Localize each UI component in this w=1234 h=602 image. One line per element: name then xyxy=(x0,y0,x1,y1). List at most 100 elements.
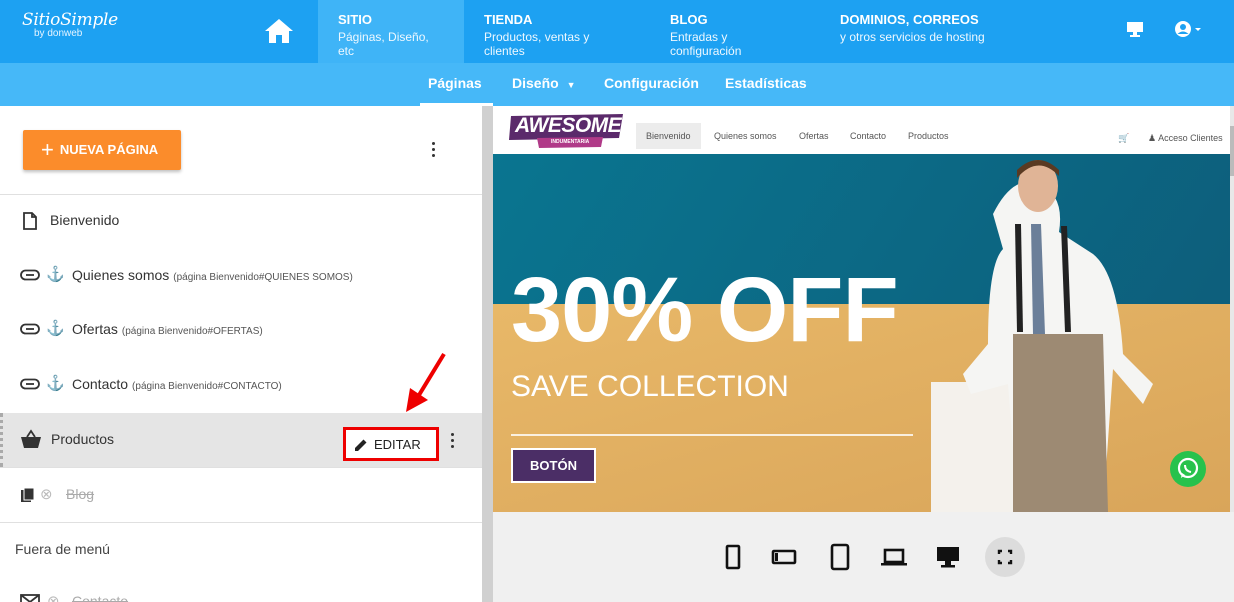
site-preview: AWESOME INDUMENTARIA Bienvenido Quienes … xyxy=(493,106,1234,512)
link-icon xyxy=(20,378,40,390)
whatsapp-button[interactable] xyxy=(1170,451,1206,487)
panel-splitter[interactable] xyxy=(482,106,493,602)
page-label-text: Quienes somos xyxy=(72,267,170,283)
page-row-quienes-somos[interactable]: ⚓ Quienes somos (página Bienvenido#QUIENE… xyxy=(0,249,482,303)
hero-title: 30% OFF xyxy=(511,259,899,361)
smartphone-icon xyxy=(725,544,741,570)
edit-button[interactable]: EDITAR xyxy=(343,427,439,461)
subnav-configuracion[interactable]: Configuración xyxy=(604,63,699,106)
topnav-sitio-subtitle: Páginas, Diseño, etc xyxy=(338,30,429,58)
hidden-circle-x-icon: ⊗ xyxy=(47,593,60,602)
whatsapp-icon xyxy=(1177,457,1199,479)
device-laptop-button[interactable] xyxy=(879,542,909,572)
account-menu-button[interactable] xyxy=(1174,20,1206,45)
mail-icon xyxy=(20,594,40,602)
page-hint: (página Bienvenido#OFERTAS) xyxy=(121,326,263,337)
page-label: Productos xyxy=(51,431,115,447)
preview-menu-ofertas[interactable]: Ofertas xyxy=(789,123,839,149)
monitor-icon xyxy=(1127,22,1143,37)
hidden-circle-x-icon: ⊗ xyxy=(40,486,53,503)
pencil-icon xyxy=(355,439,367,451)
page-label: Contacto (página Bienvenido#CONTACTO) xyxy=(72,376,282,392)
home-icon xyxy=(265,19,293,43)
page-label-text: Ofertas xyxy=(72,321,118,337)
plus-icon: + xyxy=(41,137,54,162)
topnav-blog[interactable]: BLOG Entradas y configuración xyxy=(650,0,820,63)
topnav-sitio[interactable]: SITIO Páginas, Diseño, etc xyxy=(318,0,464,63)
preview-menu-productos[interactable]: Productos xyxy=(898,123,959,149)
device-phone-landscape-button[interactable] xyxy=(769,542,799,572)
desktop-icon xyxy=(937,547,959,568)
panel-more-menu[interactable] xyxy=(430,142,436,160)
device-preview-bar xyxy=(493,512,1234,602)
page-row-bienvenido[interactable]: Bienvenido xyxy=(0,194,482,248)
cart-icon[interactable]: 🛒 xyxy=(1118,133,1129,144)
laptop-icon xyxy=(881,548,907,566)
page-label-text: Contacto xyxy=(72,376,129,392)
device-fullscreen-button[interactable] xyxy=(985,537,1025,577)
section-out-of-menu: Fuera de menú xyxy=(15,541,110,557)
divider xyxy=(0,522,482,523)
pages-panel: + NUEVA PÁGINA Bienvenido ⚓ Quienes somos… xyxy=(0,106,482,602)
anchor-icon: ⚓ xyxy=(46,320,65,337)
topnav-tienda[interactable]: TIENDA Productos, ventas y clientes xyxy=(464,0,650,63)
topnav-dominios[interactable]: DOMINIOS, CORREOS y otros servicios de h… xyxy=(820,0,1010,63)
subnav-diseno[interactable]: Diseño ▼ xyxy=(512,63,576,106)
page-row-productos[interactable]: Productos EDITAR xyxy=(0,413,482,467)
link-icon xyxy=(20,269,40,281)
subnav-paginas[interactable]: Páginas xyxy=(420,63,493,106)
page-hint: (página Bienvenido#CONTACTO) xyxy=(132,381,282,392)
edit-label: EDITAR xyxy=(374,437,421,452)
tablet-icon xyxy=(830,543,850,571)
client-access-label: Acceso Clientes xyxy=(1158,133,1223,143)
topnav-dominios-subtitle: y otros servicios de hosting xyxy=(840,30,985,44)
phone-landscape-icon xyxy=(771,549,797,565)
preview-menu-bienvenido[interactable]: Bienvenido xyxy=(636,123,701,149)
preview-logo-subtext: INDUMENTARIA xyxy=(551,139,590,145)
preview-site-button[interactable] xyxy=(1126,20,1144,43)
user-circle-icon xyxy=(1175,21,1201,37)
user-icon: ♟ xyxy=(1148,133,1157,143)
page-label: Blog xyxy=(66,486,95,502)
hero-banner: 30% OFF SAVE COLLECTION BOTÓN xyxy=(493,154,1230,512)
brand-name: SitioSimple xyxy=(22,10,118,30)
page-hint: (página Bienvenido#QUIENES SOMOS) xyxy=(173,272,353,283)
preview-logo: AWESOME INDUMENTARIA xyxy=(507,112,625,150)
topnav-sitio-title: SITIO xyxy=(338,12,372,27)
topnav-tienda-subtitle: Productos, ventas y clientes xyxy=(484,30,590,58)
basket-icon xyxy=(21,429,41,448)
sitiosimple-logo[interactable]: SitioSimple by donweb xyxy=(22,10,122,50)
new-page-button[interactable]: + NUEVA PÁGINA xyxy=(23,130,181,170)
link-icon xyxy=(20,323,40,335)
caret-down-icon: ▼ xyxy=(566,80,576,90)
device-desktop-button[interactable] xyxy=(933,542,963,572)
book-icon xyxy=(21,487,35,502)
topnav-blog-subtitle: Entradas y configuración xyxy=(670,30,742,58)
preview-site-header: AWESOME INDUMENTARIA Bienvenido Quienes … xyxy=(493,106,1234,154)
client-access-link[interactable]: ♟ Acceso Clientes xyxy=(1148,133,1223,144)
page-more-menu[interactable] xyxy=(449,433,455,451)
hero-divider xyxy=(511,434,913,436)
page-label: Bienvenido xyxy=(50,212,120,228)
topnav-dominios-title: DOMINIOS, CORREOS xyxy=(840,12,979,27)
anchor-icon: ⚓ xyxy=(46,375,65,392)
preview-menu-contacto[interactable]: Contacto xyxy=(840,123,896,149)
page-row-blog[interactable]: ⊗ Blog xyxy=(0,468,482,522)
fullscreen-icon xyxy=(997,549,1013,565)
sub-navigation-bar: Páginas Diseño ▼ Configuración Estadísti… xyxy=(0,63,1234,106)
hero-cta-button[interactable]: BOTÓN xyxy=(511,448,596,483)
subnav-diseno-label: Diseño xyxy=(512,75,559,91)
preview-scrollbar[interactable] xyxy=(1230,106,1234,512)
preview-menu-quienes-somos[interactable]: Quienes somos xyxy=(704,123,787,149)
device-tablet-button[interactable] xyxy=(825,542,855,572)
subnav-estadisticas[interactable]: Estadísticas xyxy=(725,63,807,106)
page-row-contacto-hidden[interactable]: ⊗ Contacto xyxy=(0,578,482,602)
page-row-ofertas[interactable]: ⚓ Ofertas (página Bienvenido#OFERTAS) xyxy=(0,303,482,357)
page-icon xyxy=(23,212,37,230)
page-label: Ofertas (página Bienvenido#OFERTAS) xyxy=(72,321,263,337)
device-phone-button[interactable] xyxy=(718,542,748,572)
new-page-label: NUEVA PÁGINA xyxy=(59,142,159,157)
home-button[interactable] xyxy=(262,16,296,46)
hero-subtitle: SAVE COLLECTION xyxy=(511,370,789,403)
top-navigation-bar: SitioSimple by donweb SITIO Páginas, Dis… xyxy=(0,0,1234,63)
